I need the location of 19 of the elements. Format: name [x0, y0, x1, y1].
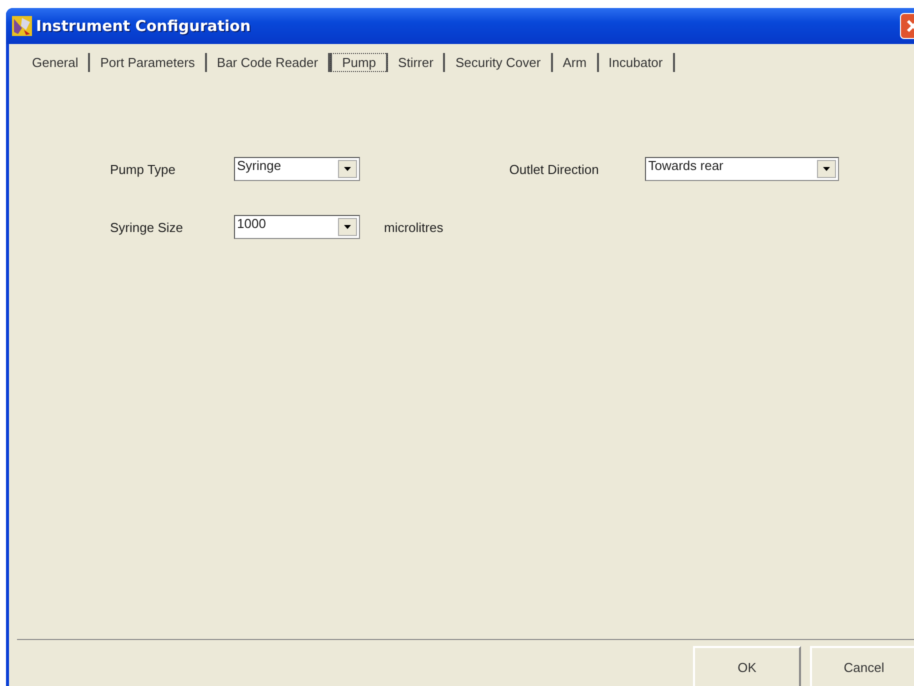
tab[interactable]: Port Parameters [90, 53, 207, 72]
app-icon [12, 16, 32, 36]
tab[interactable]: General [22, 53, 90, 72]
field-label: Outlet Direction [509, 162, 600, 176]
tab[interactable]: Stirrer [388, 53, 446, 72]
tab[interactable]: Incubator [598, 53, 675, 72]
field-label: Pump Type [110, 162, 177, 176]
dropdown[interactable]: 1000 [234, 215, 360, 239]
field-label: Syringe Size [110, 220, 184, 234]
tab[interactable]: Arm [552, 53, 599, 72]
tab[interactable]: Security Cover [445, 53, 553, 72]
tab[interactable]: Bar Code Reader [206, 53, 330, 72]
dialog-button[interactable]: OK [693, 646, 801, 686]
dialog-button[interactable]: Cancel [810, 646, 914, 686]
dropdown[interactable]: Syringe [234, 157, 360, 181]
dropdown[interactable]: Towards rear [645, 157, 840, 181]
unit-label: microlitres [384, 220, 444, 234]
tab[interactable]: Pump [330, 53, 388, 72]
window-title: Instrument Configuration [36, 17, 252, 35]
